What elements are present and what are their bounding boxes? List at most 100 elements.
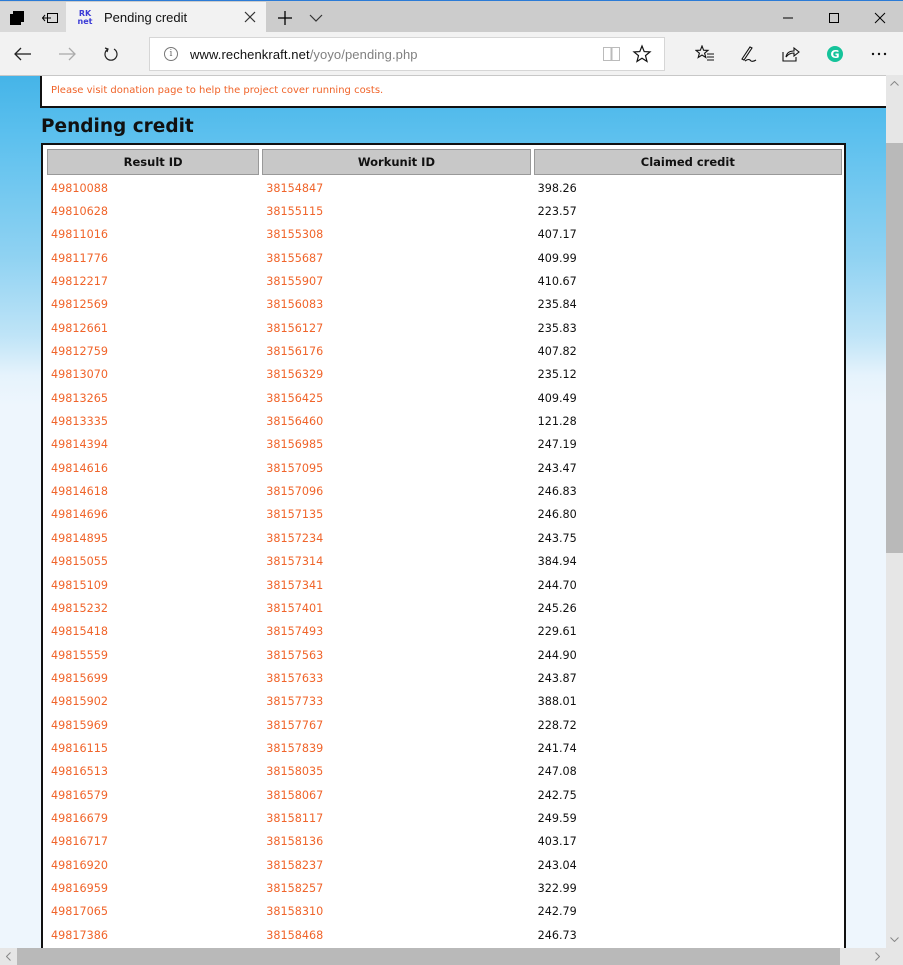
workunit-id-link[interactable]: 38155308 [266,228,323,241]
back-button[interactable] [7,38,39,70]
vertical-scrollbar[interactable] [886,75,903,948]
result-id-link[interactable]: 49814618 [51,485,108,498]
workunit-id-link[interactable]: 38155687 [266,252,323,265]
result-id-link[interactable]: 49813335 [51,415,108,428]
workunit-id-link[interactable]: 38156985 [266,438,323,451]
workunit-id-link[interactable]: 38156329 [266,368,323,381]
horizontal-scrollbar[interactable] [0,948,886,965]
result-id-link[interactable]: 49814895 [51,532,108,545]
workunit-id-link[interactable]: 38158310 [266,905,323,918]
workunit-id-link[interactable]: 38157733 [266,695,323,708]
reading-view-button[interactable] [603,47,620,61]
workunit-id-link[interactable]: 38158257 [266,882,323,895]
claimed-credit-cell: 229.61 [537,625,577,639]
scroll-up-button[interactable] [886,75,903,92]
workunit-id-link[interactable]: 38155907 [266,275,323,288]
result-id-link[interactable]: 49817386 [51,929,108,942]
tab-pending-credit[interactable]: RK net Pending credit [66,2,266,33]
workunit-id-link[interactable]: 38158035 [266,765,323,778]
workunit-id-link[interactable]: 38157314 [266,555,323,568]
web-notes-button[interactable] [731,38,765,70]
result-id-link[interactable]: 49813265 [51,392,108,405]
result-id-link[interactable]: 49815232 [51,602,108,615]
workunit-id-link[interactable]: 38158067 [266,789,323,802]
scroll-down-button[interactable] [886,931,903,948]
result-id-link[interactable]: 49816115 [51,742,108,755]
close-tab-button[interactable] [242,9,258,25]
share-button[interactable] [774,38,808,70]
result-id-link[interactable]: 49815559 [51,649,108,662]
result-id-link[interactable]: 49815902 [51,695,108,708]
workunit-id-cell: 38156127 [262,318,530,338]
result-id-link[interactable]: 49810628 [51,205,108,218]
set-tabs-aside-button[interactable] [0,2,33,33]
workunit-id-link[interactable]: 38158237 [266,859,323,872]
workunit-id-link[interactable]: 38157401 [266,602,323,615]
info-icon[interactable]: i [164,47,178,61]
workunit-id-link[interactable]: 38157493 [266,625,323,638]
result-id-link[interactable]: 49812569 [51,298,108,311]
scroll-left-button[interactable] [0,948,17,965]
workunit-id-link[interactable]: 38157633 [266,672,323,685]
workunit-id-link[interactable]: 38156425 [266,392,323,405]
result-id-link[interactable]: 49814394 [51,438,108,451]
workunit-id-link[interactable]: 38157341 [266,579,323,592]
workunit-id-link[interactable]: 38157563 [266,649,323,662]
result-id-link[interactable]: 49815699 [51,672,108,685]
workunit-id-link[interactable]: 38157095 [266,462,323,475]
close-window-button[interactable] [857,2,903,33]
url-text[interactable]: www.rechenkraft.net/yoyo/pending.php [190,47,418,62]
result-id-link[interactable]: 49813070 [51,368,108,381]
result-id-link[interactable]: 49816679 [51,812,108,825]
workunit-id-link[interactable]: 38154847 [266,182,323,195]
address-bar[interactable]: i www.rechenkraft.net/yoyo/pending.php [149,37,665,71]
result-id-link[interactable]: 49812217 [51,275,108,288]
refresh-button[interactable] [95,38,127,70]
horizontal-scroll-thumb[interactable] [17,948,810,965]
tab-list-button[interactable] [302,2,330,33]
result-id-link[interactable]: 49814616 [51,462,108,475]
workunit-id-link[interactable]: 38157096 [266,485,323,498]
minimize-button[interactable] [765,2,811,33]
result-id-link[interactable]: 49816513 [51,765,108,778]
result-id-link[interactable]: 49815109 [51,579,108,592]
workunit-id-link[interactable]: 38158136 [266,835,323,848]
forward-button[interactable] [51,38,83,70]
result-id-link[interactable]: 49810088 [51,182,108,195]
add-favorite-button[interactable] [632,44,652,64]
result-id-link[interactable]: 49812661 [51,322,108,335]
vertical-scroll-thumb[interactable] [886,143,903,553]
result-id-link[interactable]: 49817065 [51,905,108,918]
result-id-link[interactable]: 49816579 [51,789,108,802]
workunit-id-link[interactable]: 38156460 [266,415,323,428]
more-button[interactable] [862,38,896,70]
workunit-id-link[interactable]: 38156083 [266,298,323,311]
restore-tabs-button[interactable] [33,2,66,33]
result-id-link[interactable]: 49816920 [51,859,108,872]
result-id-link[interactable]: 49816959 [51,882,108,895]
workunit-id-link[interactable]: 38156176 [266,345,323,358]
workunit-id-link[interactable]: 38156127 [266,322,323,335]
workunit-id-link[interactable]: 38157135 [266,508,323,521]
workunit-id-link[interactable]: 38155115 [266,205,323,218]
workunit-id-link[interactable]: 38157234 [266,532,323,545]
result-id-link[interactable]: 49814696 [51,508,108,521]
result-id-link[interactable]: 49815969 [51,719,108,732]
workunit-id-link[interactable]: 38158117 [266,812,323,825]
new-tab-button[interactable] [270,2,300,33]
favorites-hub-button[interactable] [688,38,722,70]
maximize-button[interactable] [811,2,857,33]
result-id-link[interactable]: 49811776 [51,252,108,265]
result-id-link[interactable]: 49815418 [51,625,108,638]
workunit-id-link[interactable]: 38157839 [266,742,323,755]
result-id-link[interactable]: 49811016 [51,228,108,241]
workunit-id-cell: 38155907 [262,271,530,291]
scroll-right-button[interactable] [869,948,886,965]
donation-notice-text[interactable]: Please visit donation page to help the p… [51,85,383,96]
workunit-id-link[interactable]: 38157767 [266,719,323,732]
result-id-link[interactable]: 49815055 [51,555,108,568]
grammarly-extension-button[interactable]: G [818,38,852,70]
workunit-id-link[interactable]: 38158468 [266,929,323,942]
result-id-link[interactable]: 49812759 [51,345,108,358]
result-id-link[interactable]: 49816717 [51,835,108,848]
